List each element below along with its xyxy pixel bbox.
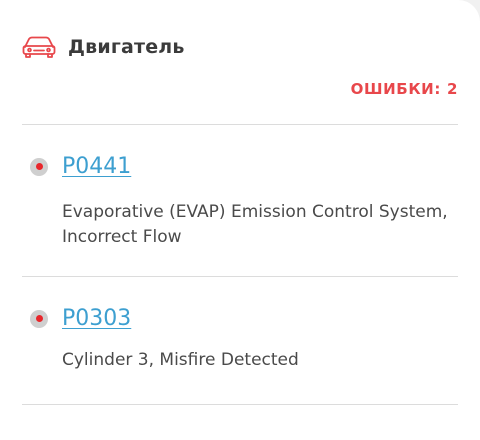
error-description: Cylinder 3, Misfire Detected: [62, 350, 299, 370]
error-code-row: P0303: [30, 306, 131, 331]
error-code-link[interactable]: P0303: [62, 306, 131, 331]
error-code-row: P0441: [30, 154, 131, 179]
car-icon: [22, 35, 56, 59]
errors-label: ОШИБКИ:: [350, 80, 441, 98]
error-code-link[interactable]: P0441: [62, 154, 131, 179]
error-description: Evaporative (EVAP) Emission Control Syst…: [62, 202, 448, 247]
engine-errors-card: Двигатель ОШИБКИ: 2 P0441 Evaporative (E…: [0, 0, 480, 440]
status-indicator-icon: [30, 157, 48, 176]
section-title: Двигатель: [68, 36, 185, 58]
divider: [22, 404, 458, 405]
divider: [22, 124, 458, 125]
errors-count-value: 2: [446, 80, 458, 98]
section-header: Двигатель: [22, 33, 185, 61]
divider: [22, 276, 458, 277]
errors-counter: ОШИБКИ: 2: [351, 80, 458, 98]
status-indicator-icon: [30, 309, 48, 328]
